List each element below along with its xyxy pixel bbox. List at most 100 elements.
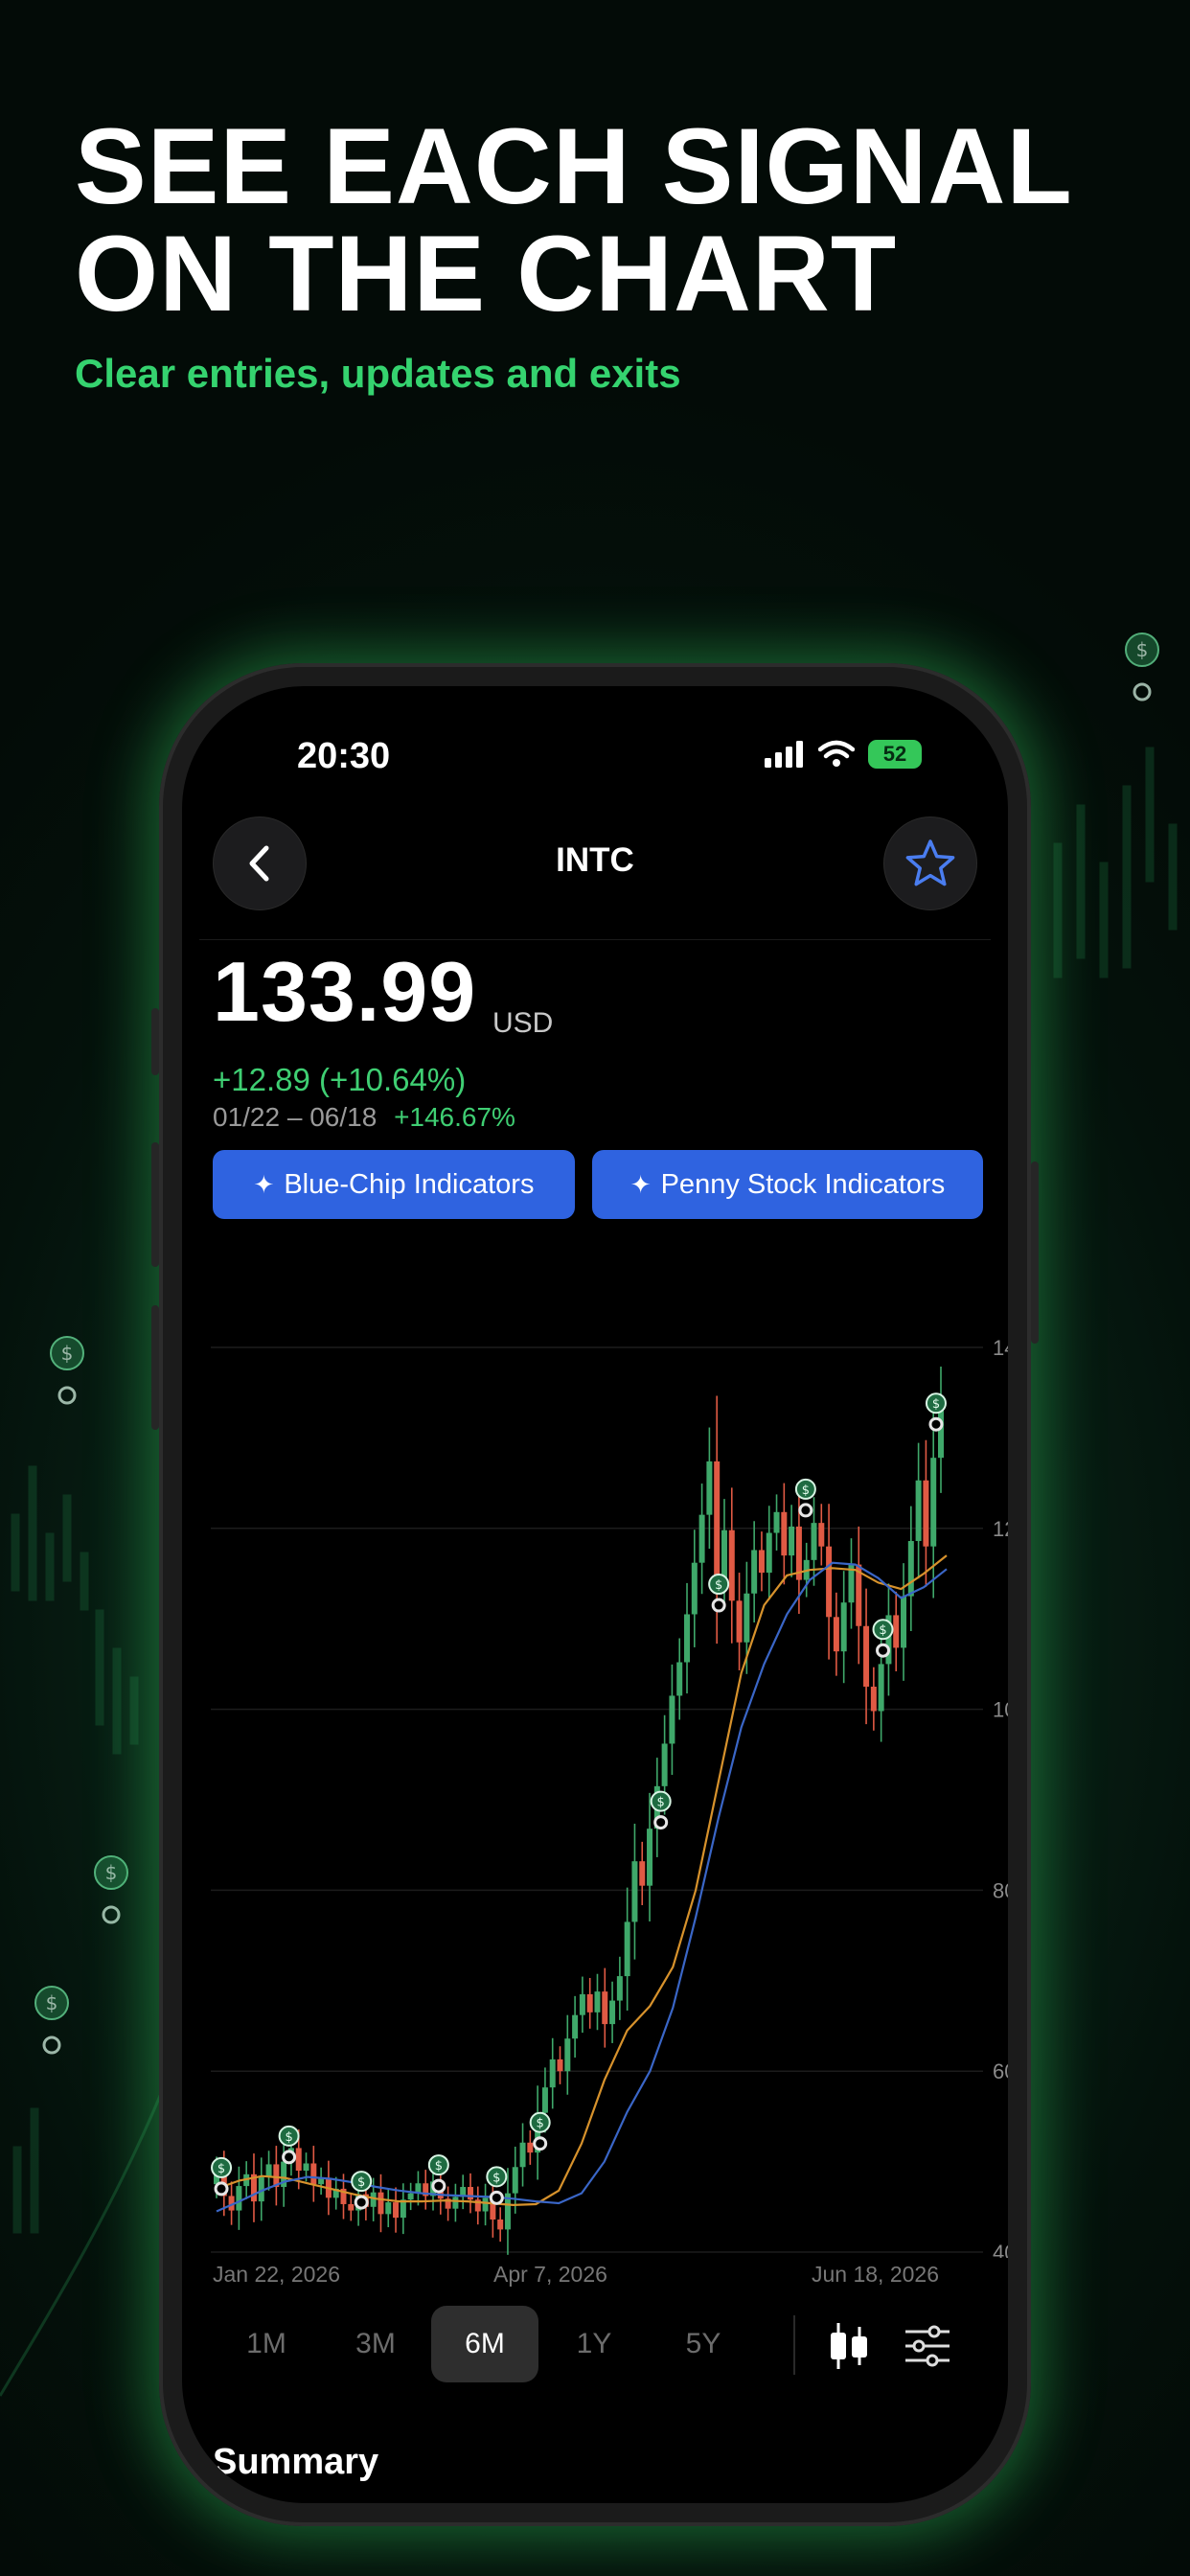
signal-marker[interactable]: $ <box>529 2111 551 2151</box>
svg-text:$: $ <box>217 2162 225 2176</box>
svg-text:$: $ <box>1136 638 1149 661</box>
candle <box>236 2166 242 2230</box>
signal-marker[interactable]: $ <box>427 2154 449 2194</box>
candle <box>728 1487 735 1644</box>
svg-text:$: $ <box>285 2130 292 2145</box>
candle <box>885 1583 892 1696</box>
candle <box>907 1506 914 1631</box>
candle <box>698 1484 705 1595</box>
x-label-mid: Apr 7, 2026 <box>493 2262 607 2287</box>
candle <box>609 1981 616 2043</box>
candle <box>706 1427 713 1550</box>
signal-marker[interactable]: $ <box>351 2171 373 2210</box>
candle <box>758 1531 765 1592</box>
moving-average-line <box>216 1561 948 2213</box>
promo-headline-line1: SEE EACH SIGNAL <box>75 106 1073 226</box>
cellular-signal-icon <box>765 741 803 768</box>
tab-1y[interactable]: 1Y <box>540 2306 648 2382</box>
svg-text:$: $ <box>657 1796 665 1810</box>
chart-settings-button[interactable] <box>899 2317 956 2375</box>
phone-power-button <box>1031 1162 1039 1344</box>
candle <box>579 1976 585 2034</box>
candle <box>923 1439 929 1587</box>
svg-text:$: $ <box>879 1623 886 1638</box>
phone-volume-up-button <box>151 1142 159 1267</box>
signal-marker[interactable]: $ <box>486 2166 508 2205</box>
status-icons: 52 <box>765 740 922 769</box>
candle <box>818 1504 825 1566</box>
penny-stock-indicators-label: Penny Stock Indicators <box>660 1168 946 1200</box>
candle <box>624 1887 630 2011</box>
penny-stock-indicators-button[interactable]: ✦ Penny Stock Indicators <box>592 1150 983 1219</box>
candle <box>736 1573 743 1671</box>
promo-headline-line2: ON THE CHART <box>75 214 898 334</box>
candle <box>669 1664 675 1776</box>
battery-level: 52 <box>882 742 907 766</box>
current-price: 133.99 <box>213 944 477 1039</box>
candle <box>766 1506 772 1600</box>
candle <box>318 2167 325 2196</box>
candle <box>856 1526 862 1665</box>
blue-chip-indicators-button[interactable]: ✦ Blue-Chip Indicators <box>213 1150 575 1219</box>
price-currency: USD <box>492 1007 554 1039</box>
signal-marker[interactable]: $ <box>278 2125 300 2165</box>
candle <box>572 1995 579 2058</box>
candle <box>385 2189 392 2228</box>
candlestick-toggle-button[interactable] <box>820 2317 878 2375</box>
y-tick-label: 140.00 <box>993 1336 1008 1360</box>
candle <box>676 1638 683 1720</box>
y-tick-label: 120.00 <box>993 1517 1008 1541</box>
candle <box>684 1582 691 1694</box>
sparkle-icon: ✦ <box>253 1169 275 1199</box>
candle <box>452 2183 459 2222</box>
candle <box>482 2183 489 2226</box>
candle <box>423 2170 429 2210</box>
phone-action-button <box>151 1008 159 1075</box>
favorite-button[interactable] <box>883 816 977 910</box>
star-icon <box>905 840 955 886</box>
sliders-icon <box>905 2325 950 2367</box>
tab-5y[interactable]: 5Y <box>650 2306 757 2382</box>
candle <box>310 2146 317 2202</box>
svg-text:$: $ <box>435 2159 443 2174</box>
tab-1m[interactable]: 1M <box>213 2306 320 2382</box>
y-tick-label: 80.00 <box>993 1878 1008 1902</box>
summary-heading: Summary <box>213 2442 379 2482</box>
svg-text:$: $ <box>61 1342 74 1365</box>
candlestick-icon <box>831 2323 867 2369</box>
candle <box>863 1588 870 1725</box>
candle <box>647 1792 653 1921</box>
candle <box>833 1592 839 1676</box>
blue-chip-indicators-label: Blue-Chip Indicators <box>284 1168 535 1200</box>
candle <box>781 1483 788 1585</box>
tab-6m[interactable]: 6M <box>431 2306 538 2382</box>
battery-icon: 52 <box>868 740 922 769</box>
phone-screen: 20:30 52 INTC 133.99 USD +12.89 (+10.64%… <box>182 686 1008 2503</box>
candle <box>265 2150 272 2191</box>
tab-3m[interactable]: 3M <box>322 2306 429 2382</box>
range-change: +146.67% <box>394 1102 515 1132</box>
candle <box>639 1841 646 1905</box>
candle <box>773 1494 780 1551</box>
svg-text:$: $ <box>715 1578 722 1593</box>
candle <box>930 1406 937 1598</box>
candle <box>901 1563 907 1681</box>
signal-marker[interactable]: $ <box>650 1790 672 1830</box>
candle <box>616 1956 623 2020</box>
candle <box>348 2194 355 2221</box>
svg-text:$: $ <box>932 1397 940 1412</box>
promo-subheadline: Clear entries, updates and exits <box>75 351 681 396</box>
phone-frame: 20:30 52 INTC 133.99 USD +12.89 (+10.64%… <box>151 663 1039 2526</box>
price-chart[interactable]: 140.00 120.00 100.00 80.00 60.00 40.00 $ $ $ $ $ $… <box>182 1242 1008 2258</box>
candle <box>490 2179 496 2238</box>
candle <box>602 1967 608 2048</box>
wifi-icon <box>818 740 855 767</box>
candle <box>332 2176 339 2210</box>
candle <box>915 1442 922 1579</box>
svg-text:$: $ <box>46 1991 58 2014</box>
range-performance: 01/22 – 06/18 +146.67% <box>213 1102 515 1133</box>
candle <box>445 2186 451 2221</box>
candle <box>870 1667 877 1731</box>
signal-marker[interactable]: $ <box>708 1574 730 1613</box>
candle <box>840 1571 847 1684</box>
